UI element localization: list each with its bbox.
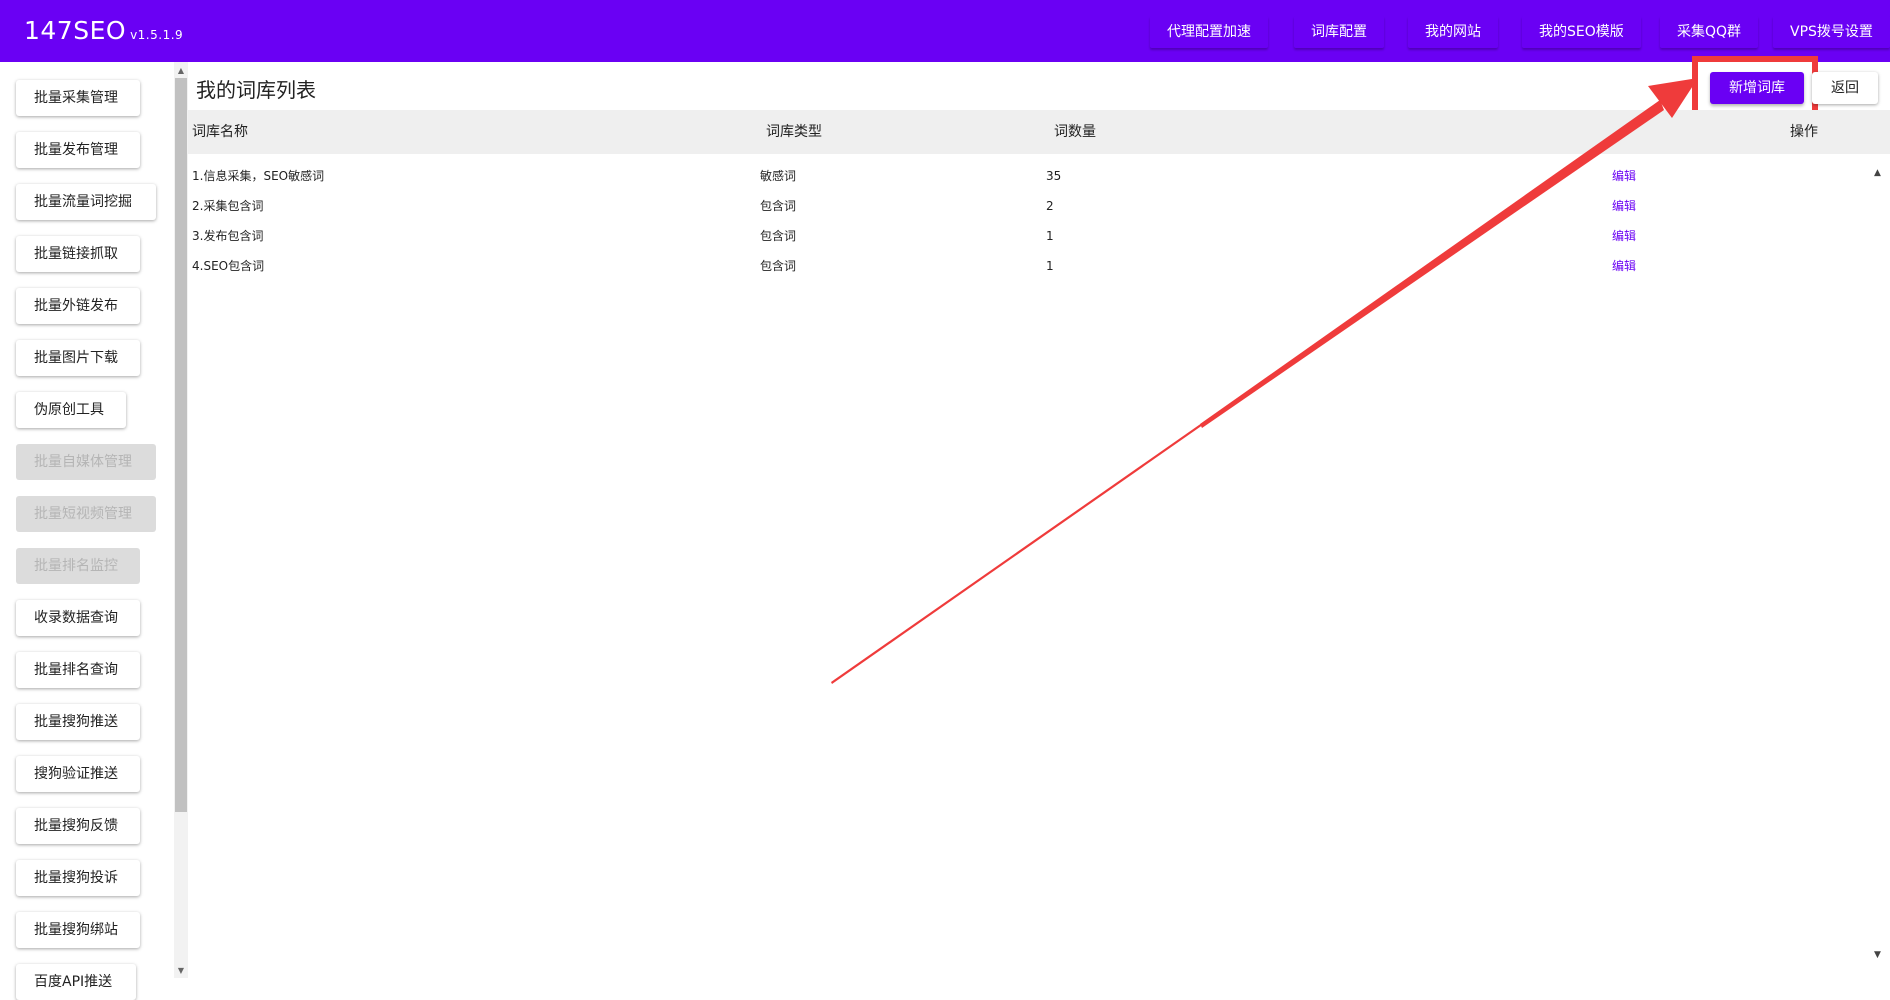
row-count: 1 xyxy=(1046,259,1054,273)
top-header: 147SEO v1.5.1.9 代理配置加速 词库配置 我的网站 我的SEO模版 … xyxy=(0,0,1890,62)
sidebar-item-image-download[interactable]: 批量图片下载 xyxy=(16,340,140,376)
column-header-count: 词数量 xyxy=(1054,124,1096,140)
row-name: 1.信息采集，SEO敏感词 xyxy=(192,169,325,183)
row-type: 包含词 xyxy=(760,229,797,243)
table-scroll-down-icon[interactable]: ▼ xyxy=(1874,950,1881,960)
row-type: 包含词 xyxy=(760,199,797,213)
row-count: 2 xyxy=(1046,199,1054,213)
sidebar-item-sogou-verify-push[interactable]: 搜狗验证推送 xyxy=(16,756,140,792)
app-name: 147SEO xyxy=(24,16,127,45)
sidebar-item-sogou-push[interactable]: 批量搜狗推送 xyxy=(16,704,140,740)
sidebar-scrollbar-thumb[interactable] xyxy=(175,78,187,812)
sidebar-item-media-manage: 批量自媒体管理 xyxy=(16,444,156,480)
edit-link[interactable]: 编辑 xyxy=(1612,161,1636,191)
column-header-type: 词库类型 xyxy=(766,124,822,140)
sidebar-item-rank-query[interactable]: 批量排名查询 xyxy=(16,652,140,688)
main-content: 我的词库列表 新增词库 返回 词库名称 词库类型 词数量 操作 1.信息采集，S… xyxy=(188,56,1890,978)
sidebar-item-traffic-keywords[interactable]: 批量流量词挖掘 xyxy=(16,184,156,220)
sidebar-item-video-manage: 批量短视频管理 xyxy=(16,496,156,532)
page-title: 我的词库列表 xyxy=(196,78,316,102)
scroll-down-icon[interactable]: ▼ xyxy=(175,965,187,977)
row-count: 35 xyxy=(1046,169,1062,183)
sidebar-item-index-query[interactable]: 收录数据查询 xyxy=(16,600,140,636)
sidebar-item-sogou-bind[interactable]: 批量搜狗绑站 xyxy=(16,912,140,948)
sidebar-item-sogou-complaint[interactable]: 批量搜狗投诉 xyxy=(16,860,140,896)
row-type: 包含词 xyxy=(760,259,797,273)
sidebar-item-batch-collect[interactable]: 批量采集管理 xyxy=(16,80,140,116)
edit-link[interactable]: 编辑 xyxy=(1612,221,1636,251)
nav-my-sites[interactable]: 我的网站 xyxy=(1408,16,1498,48)
row-name: 4.SEO包含词 xyxy=(192,259,265,273)
nav-proxy-config[interactable]: 代理配置加速 xyxy=(1150,16,1268,48)
sidebar-item-backlink-publish[interactable]: 批量外链发布 xyxy=(16,288,140,324)
sidebar-item-spinner-tool[interactable]: 伪原创工具 xyxy=(16,392,126,428)
back-button[interactable]: 返回 xyxy=(1812,72,1878,104)
edit-link[interactable]: 编辑 xyxy=(1612,251,1636,281)
table-row: 1.信息采集，SEO敏感词 敏感词 35 编辑 xyxy=(188,161,1890,191)
sidebar-item-baidu-api-push[interactable]: 百度API推送 xyxy=(16,964,136,1000)
row-count: 1 xyxy=(1046,229,1054,243)
scroll-up-icon[interactable]: ▲ xyxy=(175,65,187,77)
sidebar-item-rank-monitor: 批量排名监控 xyxy=(16,548,140,584)
row-name: 3.发布包含词 xyxy=(192,229,264,243)
nav-wordlib-config[interactable]: 词库配置 xyxy=(1294,16,1384,48)
sidebar-item-link-crawl[interactable]: 批量链接抓取 xyxy=(16,236,140,272)
app-version: v1.5.1.9 xyxy=(130,28,184,42)
row-type: 敏感词 xyxy=(760,169,797,183)
table-scroll-up-icon[interactable]: ▲ xyxy=(1874,168,1881,178)
add-wordlib-button[interactable]: 新增词库 xyxy=(1710,72,1804,104)
column-header-name: 词库名称 xyxy=(192,124,248,140)
table-row: 3.发布包含词 包含词 1 编辑 xyxy=(188,221,1890,251)
app-brand: 147SEO v1.5.1.9 xyxy=(24,16,183,45)
sidebar-item-batch-publish[interactable]: 批量发布管理 xyxy=(16,132,140,168)
sidebar: 批量采集管理 批量发布管理 批量流量词挖掘 批量链接抓取 批量外链发布 批量图片… xyxy=(0,62,174,1000)
column-header-action: 操作 xyxy=(1790,124,1818,140)
table-row: 4.SEO包含词 包含词 1 编辑 xyxy=(188,251,1890,281)
nav-vps-dialup[interactable]: VPS拨号设置 xyxy=(1773,16,1890,48)
nav-seo-templates[interactable]: 我的SEO模版 xyxy=(1522,16,1641,48)
table-row: 2.采集包含词 包含词 2 编辑 xyxy=(188,191,1890,221)
table-header: 词库名称 词库类型 词数量 操作 xyxy=(188,110,1890,154)
nav-qq-groups[interactable]: 采集QQ群 xyxy=(1660,16,1758,48)
edit-link[interactable]: 编辑 xyxy=(1612,191,1636,221)
sidebar-item-sogou-feedback[interactable]: 批量搜狗反馈 xyxy=(16,808,140,844)
row-name: 2.采集包含词 xyxy=(192,199,264,213)
